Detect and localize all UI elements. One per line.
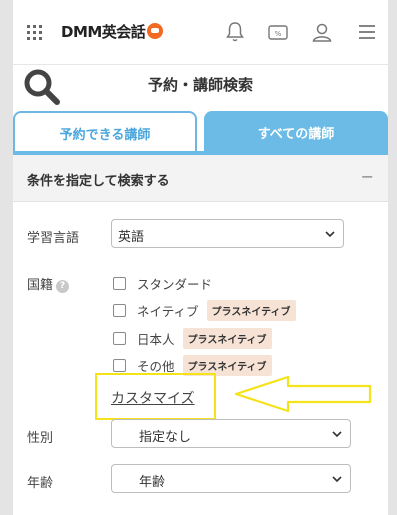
customize-highlight-box: カスタマイズ: [95, 373, 216, 420]
grid-menu-icon[interactable]: [27, 25, 42, 40]
app-frame: DMM英会話 % 予約・講師検索 予約できる講師 すべての講師 条件を指定して検…: [13, 0, 388, 515]
checkbox-label: ネイティブ: [137, 303, 199, 319]
brand-logo[interactable]: DMM英会話: [61, 21, 164, 42]
chevron-down-icon: [325, 231, 335, 238]
conditions-title: 条件を指定して検索する: [27, 174, 170, 189]
checkbox-japanese[interactable]: 日本人 プラスネイティブ: [113, 327, 272, 349]
conditions-header[interactable]: 条件を指定して検索する −: [13, 155, 388, 202]
help-icon[interactable]: ?: [56, 280, 70, 293]
language-select[interactable]: 英語: [111, 219, 344, 248]
age-label: 年齢: [27, 476, 54, 491]
age-value: 年齢: [139, 475, 166, 490]
top-header: DMM英会話 %: [13, 0, 388, 65]
coupon-icon[interactable]: %: [266, 20, 290, 44]
gender-label: 性別: [27, 431, 54, 446]
brand-name: DMM英会話: [61, 23, 146, 41]
language-label: 学習言語: [27, 231, 80, 246]
bell-icon[interactable]: [223, 20, 247, 44]
gender-value: 指定なし: [139, 430, 192, 445]
checkbox-box[interactable]: [113, 331, 126, 345]
brand-mascot-icon: [147, 23, 164, 39]
checkbox-other[interactable]: その他 プラスネイティブ: [113, 354, 272, 376]
checkbox-box[interactable]: [113, 303, 126, 317]
hamburger-icon[interactable]: [355, 20, 379, 44]
tab-all-teachers[interactable]: すべての講師: [204, 111, 388, 153]
arrow-annotation-icon: [234, 375, 372, 413]
plus-native-badge: プラスネイティブ: [206, 299, 296, 321]
svg-text:%: %: [275, 30, 282, 38]
tab-available-teachers[interactable]: 予約できる講師: [13, 111, 197, 153]
plus-native-badge: プラスネイティブ: [182, 327, 272, 349]
page-title: 予約・講師検索: [147, 76, 253, 94]
checkbox-native[interactable]: ネイティブ プラスネイティブ: [113, 299, 296, 321]
checkbox-box[interactable]: [113, 276, 126, 290]
collapse-icon[interactable]: −: [361, 167, 374, 186]
user-icon[interactable]: [310, 20, 334, 44]
customize-link[interactable]: カスタマイズ: [111, 388, 195, 408]
gender-select[interactable]: 指定なし: [111, 419, 351, 448]
checkbox-label: 日本人: [137, 331, 175, 347]
chevron-down-icon: [332, 431, 342, 438]
age-select[interactable]: 年齢: [111, 464, 351, 493]
checkbox-label: その他: [137, 358, 175, 374]
checkbox-box[interactable]: [113, 358, 126, 372]
language-value: 英語: [118, 230, 145, 245]
checkbox-standard[interactable]: スタンダード: [113, 273, 212, 293]
nationality-label: 国籍?: [27, 274, 70, 293]
chevron-down-icon: [332, 476, 342, 483]
nationality-label-text: 国籍: [27, 278, 54, 293]
checkbox-label: スタンダード: [137, 276, 213, 292]
